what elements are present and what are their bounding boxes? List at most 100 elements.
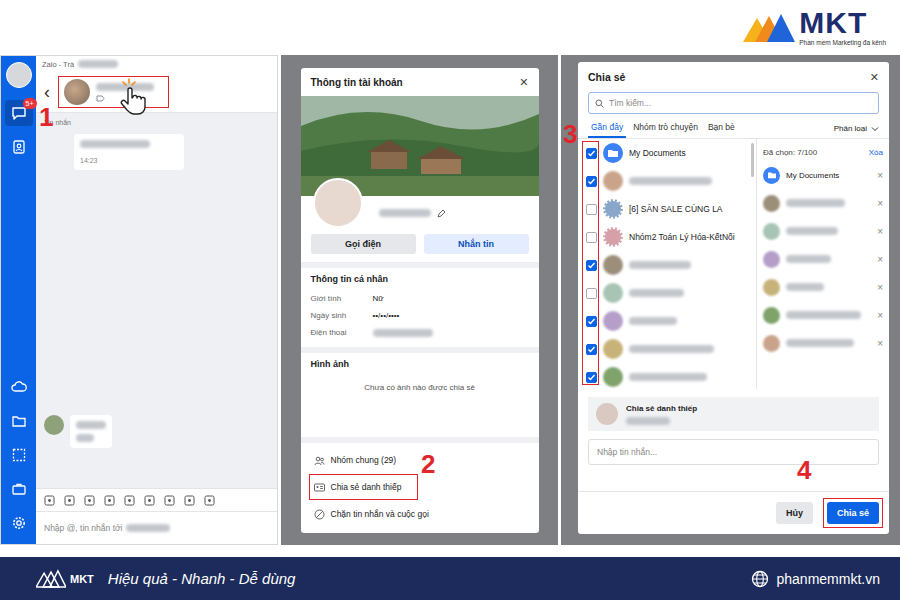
contact-header-target[interactable] [58, 76, 169, 108]
blurred-contact-name [629, 345, 714, 353]
profile-menu-item[interactable]: Nhóm chung (29) [309, 449, 402, 471]
remove-button[interactable]: × [877, 198, 883, 209]
slogan: Hiệu quả - Nhanh - Dễ dùng [108, 570, 296, 587]
dialog-button[interactable]: Chia sẻ [827, 502, 879, 524]
profile-menu-item[interactable]: Chặn tin nhắn và cuộc gọi [309, 503, 434, 525]
close-button[interactable]: ✕ [870, 71, 879, 84]
contact-checkbox[interactable] [586, 344, 597, 355]
quick-message-icon[interactable] [164, 495, 175, 506]
contact-card-icon[interactable] [104, 495, 115, 506]
contacts-tab[interactable] [5, 134, 33, 160]
tools-button[interactable] [5, 476, 33, 502]
menu-label: Nhóm chung (29) [331, 455, 397, 465]
contact-name: Nhóm2 Toán Lý Hóa-KếtNối [629, 232, 735, 242]
contact-checkbox[interactable] [586, 204, 597, 215]
profile-menu-item[interactable]: Chia sẻ danh thiếp [309, 474, 419, 500]
selected-row: × [763, 273, 883, 301]
folder-button[interactable] [5, 408, 33, 434]
contact-avatar [603, 311, 623, 331]
received-message [44, 415, 269, 448]
photos-empty-text: Chưa có ảnh nào được chia sẻ [311, 383, 529, 392]
contact-row[interactable] [578, 335, 756, 363]
info-value: Nữ [373, 294, 384, 303]
contact-row[interactable]: My Documents [578, 139, 756, 167]
list-scrollbar[interactable] [751, 143, 754, 177]
share-tab[interactable]: Bạn bè [705, 122, 738, 138]
zalo-chat-panel: 5+Zalo - Trà‹Tin nhắn14:23Nhập @, tin nh… [0, 55, 278, 545]
remove-button[interactable]: × [877, 282, 883, 293]
menu-label: Chia sẻ danh thiếp [331, 482, 402, 492]
settings-button[interactable] [5, 510, 33, 536]
contact-checkbox[interactable] [586, 148, 597, 159]
contact-avatar[interactable] [64, 79, 90, 105]
remove-button[interactable]: × [877, 170, 883, 181]
blurred-selected-name [786, 311, 861, 319]
bank-card-icon[interactable] [184, 495, 195, 506]
pencil-icon[interactable] [437, 209, 446, 218]
sticker-icon[interactable] [44, 495, 55, 506]
remove-button[interactable]: × [877, 254, 883, 265]
contact-checkbox[interactable] [586, 260, 597, 271]
contact-checkbox[interactable] [586, 232, 597, 243]
cloud-button[interactable] [5, 374, 33, 400]
selected-row: My Documents × [763, 161, 883, 189]
messages-tab[interactable]: 5+ [5, 100, 33, 126]
contact-row[interactable]: [6] SĂN SALE CÙNG LA [578, 195, 756, 223]
contact-row[interactable] [578, 307, 756, 335]
capture-button[interactable] [5, 442, 33, 468]
remove-button[interactable]: × [877, 310, 883, 321]
more-icon[interactable] [204, 495, 215, 506]
blurred-contact-name [629, 317, 677, 325]
remove-button[interactable]: × [877, 338, 883, 349]
step-number: 2 [421, 451, 435, 477]
profile-panel: Thông tin tài khoản✕Gọi điệnNhắn tinThôn… [281, 55, 558, 545]
user-avatar[interactable] [6, 62, 32, 88]
message-bubble: 14:23 [74, 134, 184, 170]
back-button[interactable]: ‹ [44, 83, 50, 101]
image-icon[interactable] [64, 495, 75, 506]
contact-checkbox[interactable] [586, 372, 597, 383]
info-row: Điện thoại [311, 324, 529, 341]
contact-checkbox[interactable] [586, 288, 597, 299]
message-time: 14:23 [80, 157, 178, 164]
info-label: Ngày sinh [311, 311, 373, 320]
selected-row: × [763, 245, 883, 273]
website-link[interactable]: phanmemmkt.vn [751, 570, 880, 588]
format-icon[interactable] [144, 495, 155, 506]
hand-cursor-icon [117, 78, 151, 116]
attach-icon[interactable] [84, 495, 95, 506]
section-title: Hình ảnh [311, 359, 529, 369]
contact-row[interactable] [578, 251, 756, 279]
filter-dropdown[interactable]: Phân loại [834, 124, 879, 138]
contact-checkbox[interactable] [586, 316, 597, 327]
contact-checkbox[interactable] [586, 176, 597, 187]
clear-button[interactable]: Xóa [869, 148, 883, 157]
capture-icon[interactable] [124, 495, 135, 506]
share-tab[interactable]: Gần đây [588, 122, 626, 138]
message-input[interactable]: Nhập tin nhắn... [588, 439, 879, 465]
profile-action-button[interactable]: Gọi điện [311, 234, 416, 254]
contact-row[interactable]: Nhóm2 Toán Lý Hóa-KếtNối [578, 223, 756, 251]
profile-action-button[interactable]: Nhắn tin [424, 234, 529, 254]
message-input[interactable]: Nhập @, tin nhắn tới [36, 511, 277, 544]
logo-tagline: Phần mềm Marketing đa kênh [799, 40, 886, 47]
contact-row[interactable] [578, 279, 756, 307]
info-row: Giới tínhNữ [311, 290, 529, 307]
contact-row[interactable] [578, 363, 756, 389]
contact-name: My Documents [629, 148, 686, 158]
selected-name: My Documents [786, 171, 839, 180]
info-label: Giới tính [311, 294, 373, 303]
share-tab[interactable]: Nhóm trò chuyện [630, 122, 701, 138]
blurred-selected-name [786, 199, 845, 207]
search-field[interactable]: Tìm kiếm... [588, 92, 879, 114]
dialog-button[interactable]: Hủy [776, 502, 813, 524]
mkt-logo: MKTPhần mềm Marketing đa kênh [743, 8, 886, 47]
contact-row[interactable] [578, 167, 756, 195]
close-button[interactable]: ✕ [519, 76, 528, 89]
profile-actions: Gọi điện Nhắn tin [301, 230, 539, 262]
card-label: Chia sẻ danh thiếp [626, 404, 697, 413]
section-label: Tin nhắn [44, 119, 269, 126]
step-number: 1 [39, 104, 53, 130]
remove-button[interactable]: × [877, 226, 883, 237]
chat-header: ‹ [36, 72, 277, 113]
